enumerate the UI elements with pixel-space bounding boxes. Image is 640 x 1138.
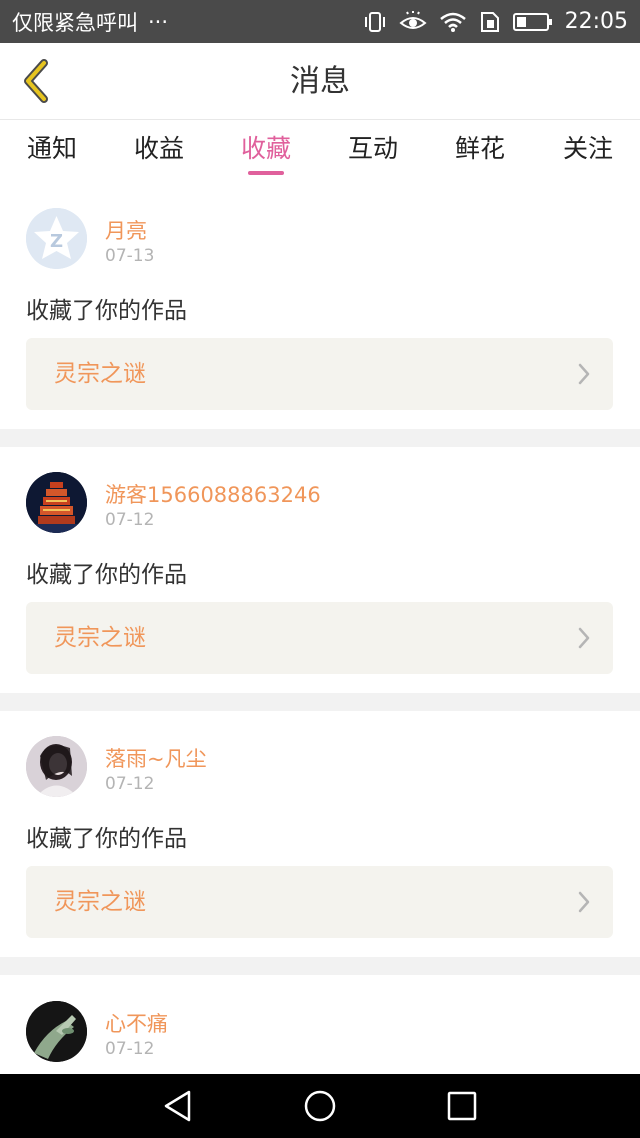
sim-icon — [479, 11, 501, 33]
tab-earnings[interactable]: 收益 — [109, 121, 209, 183]
work-link[interactable]: 灵宗之谜 — [26, 602, 613, 674]
pagoda-avatar-icon — [26, 472, 87, 533]
action-text: 收藏了你的作品 — [26, 826, 187, 852]
carrier-text: 仅限紧急呼叫 — [12, 10, 138, 35]
recents-square-icon — [447, 1091, 477, 1121]
nav-recents-button[interactable] — [432, 1086, 492, 1126]
work-title: 灵宗之谜 — [54, 625, 146, 651]
work-link[interactable]: 灵宗之谜 — [26, 338, 613, 410]
username[interactable]: 心不痛 — [105, 1008, 168, 1038]
back-triangle-icon — [164, 1090, 191, 1122]
avatar[interactable] — [26, 736, 87, 797]
nav-back-button[interactable] — [148, 1086, 208, 1126]
date: 07-12 — [105, 774, 155, 794]
tab-flowers[interactable]: 鲜花 — [430, 121, 530, 183]
list-item: 游客1566088863246 07-12 收藏了你的作品 灵宗之谜 — [0, 447, 640, 693]
chevron-right-icon — [578, 891, 590, 913]
tab-notifications[interactable]: 通知 — [2, 121, 102, 183]
tab-label: 收益 — [133, 134, 184, 163]
svg-text:Z: Z — [50, 231, 63, 252]
more-notifications-text: ··· — [148, 9, 169, 34]
wifi-icon — [439, 11, 467, 33]
action-text: 收藏了你的作品 — [26, 562, 187, 588]
work-title: 灵宗之谜 — [54, 889, 146, 915]
list-item: 落雨~凡尘 07-12 收藏了你的作品 灵宗之谜 — [0, 711, 640, 957]
tab-label: 鲜花 — [454, 134, 505, 163]
work-title: 灵宗之谜 — [54, 361, 146, 387]
chevron-right-icon — [578, 363, 590, 385]
nav-home-button[interactable] — [290, 1086, 350, 1126]
avatar[interactable] — [26, 472, 87, 533]
divider — [0, 429, 640, 447]
page-title: 消息 — [290, 64, 350, 99]
avatar[interactable] — [26, 1001, 87, 1062]
home-circle-icon — [304, 1090, 336, 1122]
username[interactable]: 月亮 — [105, 215, 147, 245]
tab-label: 互动 — [347, 134, 398, 163]
vibrate-icon — [363, 11, 387, 33]
divider — [0, 693, 640, 711]
girl-photo-avatar-icon — [26, 736, 87, 797]
list-item: Z 月亮 07-13 收藏了你的作品 灵宗之谜 — [0, 183, 640, 429]
tab-following[interactable]: 关注 — [538, 121, 638, 183]
hand-photo-avatar-icon — [26, 1001, 87, 1062]
active-tab-indicator — [248, 171, 284, 175]
clock: 22:05 — [564, 9, 628, 34]
avatar[interactable]: Z — [26, 208, 87, 269]
eye-icon — [399, 10, 427, 33]
date: 07-12 — [105, 510, 155, 530]
chevron-right-icon — [578, 627, 590, 649]
username[interactable]: 游客1566088863246 — [105, 479, 321, 509]
date: 07-13 — [105, 246, 155, 266]
qq-star-avatar-icon: Z — [26, 208, 87, 269]
list-item: 心不痛 07-12 — [0, 975, 640, 1085]
tab-label: 关注 — [562, 134, 613, 163]
divider — [0, 957, 640, 975]
work-link[interactable]: 灵宗之谜 — [26, 866, 613, 938]
favorites-list: Z 月亮 07-13 收藏了你的作品 灵宗之谜 游客1566088863246 … — [0, 183, 640, 1085]
battery-icon — [512, 11, 553, 33]
tab-interactions[interactable]: 互动 — [323, 121, 423, 183]
action-text: 收藏了你的作品 — [26, 298, 187, 324]
date: 07-12 — [105, 1039, 155, 1059]
username[interactable]: 落雨~凡尘 — [105, 743, 207, 773]
tab-bar: 通知 收益 收藏 互动 鲜花 关注 — [0, 121, 640, 183]
tab-label: 通知 — [26, 134, 77, 163]
app-header: 消息 — [0, 43, 640, 120]
tab-favorites[interactable]: 收藏 — [216, 121, 316, 183]
status-bar: 仅限紧急呼叫 ··· 22:05 — [0, 0, 640, 43]
system-nav-bar — [0, 1074, 640, 1138]
tab-label: 收藏 — [240, 134, 291, 163]
